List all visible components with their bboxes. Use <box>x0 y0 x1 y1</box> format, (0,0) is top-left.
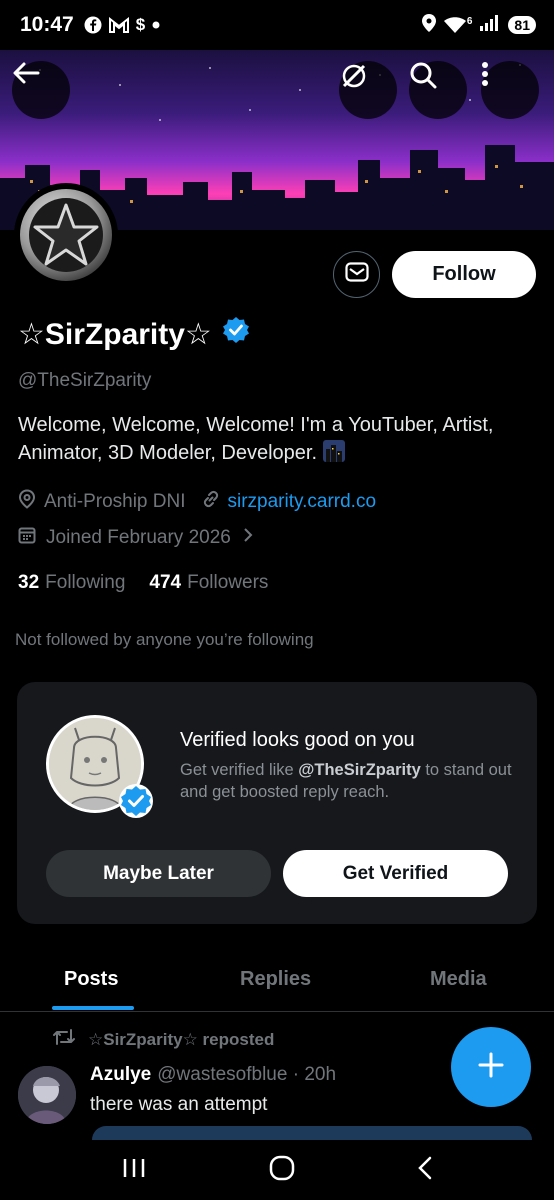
not-followed-text: Not followed by anyone you’re following <box>15 630 314 649</box>
post-text: there was an attempt <box>90 1094 268 1115</box>
profile-joined-row[interactable]: Joined February 2026 <box>18 526 253 550</box>
bio-text: Welcome, Welcome, Welcome! I'm a YouTube… <box>18 414 494 464</box>
profile-meta-row: Anti-Proship DNI sirzparity.carrd.co <box>18 489 376 515</box>
status-bar: 10:47 $ 6 81 <box>0 0 554 50</box>
card-subtitle-handle: @TheSirZparity <box>298 761 421 779</box>
following-label: Following <box>45 572 126 593</box>
tab-media[interactable]: Media <box>430 968 487 991</box>
signal-icon <box>480 14 500 36</box>
card-subtitle-prefix: Get verified like <box>180 761 299 779</box>
profile-name: ☆SirZparity☆ <box>18 317 212 351</box>
system-nav-bar <box>0 1140 554 1200</box>
profile-bio: Welcome, Welcome, Welcome! I'm a YouTube… <box>18 411 538 470</box>
card-verified-badge-icon <box>118 783 154 819</box>
card-title: Verified looks good on you <box>180 729 415 751</box>
back-nav-button[interactable] <box>417 1156 433 1185</box>
tab-replies[interactable]: Replies <box>240 968 311 991</box>
status-time: 10:47 <box>20 13 74 36</box>
profile-name-row: ☆SirZparity☆ <box>18 316 250 352</box>
dot-icon <box>152 21 160 29</box>
profile-avatar[interactable] <box>14 183 118 287</box>
post-header: Azulye @wastesofblue · 20h <box>90 1064 336 1086</box>
profile-handle: @TheSirZparity <box>18 370 152 391</box>
followers-link[interactable]: 474 Followers <box>149 572 268 594</box>
city-emoji-icon <box>322 440 345 470</box>
location-pin-icon <box>18 489 36 515</box>
link-icon <box>202 490 220 514</box>
get-verified-button[interactable]: Get Verified <box>283 850 508 897</box>
followers-count: 474 <box>149 572 182 593</box>
more-button[interactable] <box>481 61 539 119</box>
card-subtitle: Get verified like @TheSirZparity to stan… <box>180 759 525 803</box>
post-author-handle[interactable]: @wastesofblue <box>157 1064 287 1085</box>
home-button[interactable] <box>269 1155 295 1186</box>
plus-icon <box>478 1052 504 1083</box>
repost-icon <box>52 1028 76 1051</box>
search-button[interactable] <box>409 61 467 119</box>
active-tab-indicator <box>52 1006 134 1010</box>
chevron-right-icon <box>243 527 253 549</box>
network-type: 6 <box>466 16 473 27</box>
gmail-icon <box>108 17 129 33</box>
profile-tabs: Posts Replies Media <box>0 950 554 1012</box>
back-button[interactable] <box>12 61 70 119</box>
follow-button[interactable]: Follow <box>392 251 536 298</box>
maybe-later-button[interactable]: Maybe Later <box>46 850 271 897</box>
profile-website-link[interactable]: sirzparity.carrd.co <box>228 491 377 513</box>
battery-indicator: 81 <box>508 16 536 34</box>
message-button[interactable] <box>333 251 380 298</box>
recent-apps-button[interactable] <box>121 1157 147 1184</box>
following-link[interactable]: 32 Following <box>18 572 125 594</box>
calendar-icon <box>18 526 36 550</box>
post-author-name[interactable]: Azulye <box>90 1064 151 1085</box>
location-icon <box>421 13 436 37</box>
verified-badge-icon <box>222 316 250 352</box>
envelope-icon <box>344 262 369 287</box>
wifi-icon: 6 <box>443 16 473 34</box>
repost-context: ☆SirZparity☆ reposted <box>52 1028 274 1051</box>
dollar-icon: $ <box>135 15 146 34</box>
profile-location: Anti-Proship DNI <box>44 491 186 512</box>
follow-stats: 32 Following 474 Followers <box>18 572 268 594</box>
verified-upsell-card: Verified looks good on you Get verified … <box>17 682 537 924</box>
profile-joined: Joined February 2026 <box>46 527 231 548</box>
post-author-avatar[interactable] <box>18 1066 76 1124</box>
facebook-icon <box>84 16 102 34</box>
followers-label: Followers <box>187 572 269 593</box>
compose-post-button[interactable] <box>451 1027 531 1107</box>
tab-posts[interactable]: Posts <box>64 968 118 991</box>
following-count: 32 <box>18 572 40 593</box>
post-time: · 20h <box>292 1064 337 1085</box>
repost-label: ☆SirZparity☆ reposted <box>88 1029 275 1049</box>
grok-button[interactable] <box>339 61 397 119</box>
